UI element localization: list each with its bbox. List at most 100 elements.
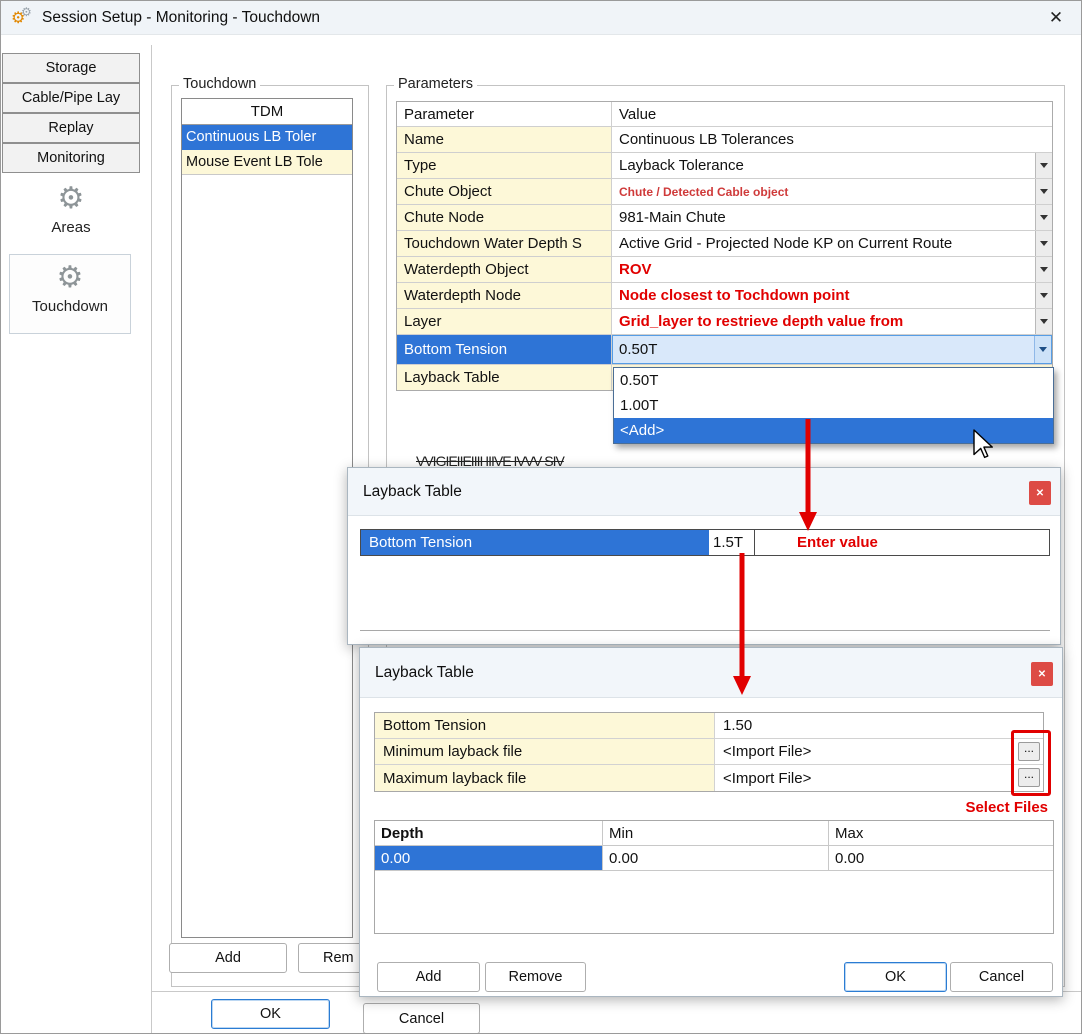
gear-gray-icon: ⚙ — [21, 6, 32, 18]
dropdown-arrow-button[interactable] — [1035, 231, 1052, 256]
dropdown-arrow-button[interactable] — [1035, 309, 1052, 334]
param-value-text: Node closest to Tochdown point — [619, 287, 850, 304]
param-value-cell[interactable]: 1.50 — [715, 713, 1043, 738]
sidebar-tab-replay[interactable]: Replay — [2, 113, 140, 143]
dropdown-option-add[interactable]: <Add> — [614, 418, 1053, 443]
list-item-continuous-lb[interactable]: Continuous LB Toler — [182, 125, 352, 150]
depth-col-header: Depth — [375, 821, 603, 845]
footer-cancel-button[interactable]: Cancel — [363, 1003, 480, 1034]
layback-dialog-edit: Layback Table ✕ Bottom Tension 1.5T Ente… — [347, 467, 1061, 645]
dialog-titlebar[interactable]: Layback Table ✕ — [348, 468, 1060, 516]
param-value-cell[interactable]: Chute / Detected Cable object — [612, 179, 1052, 204]
param-value-cell[interactable]: Active Grid - Projected Node KP on Curre… — [612, 231, 1052, 256]
select-files-highlight-box — [1011, 730, 1051, 796]
param-value-cell[interactable]: Continuous LB Tolerances — [612, 127, 1052, 152]
value-entry-area[interactable]: Enter value — [755, 530, 1049, 555]
cancel-button[interactable]: Cancel — [950, 962, 1053, 992]
dropdown-arrow-button[interactable] — [1035, 153, 1052, 178]
param-value-text: 0.50T — [619, 341, 657, 358]
param-value-cell[interactable]: 981-Main Chute — [612, 205, 1052, 230]
caret-down-icon — [1040, 293, 1048, 298]
param-value-cell[interactable]: Layback Tolerance — [612, 153, 1052, 178]
window-title: Session Setup - Monitoring - Touchdown — [42, 9, 320, 27]
sidebar-areas[interactable]: ⚙ Areas — [21, 184, 121, 236]
tdm-list-header: TDM — [182, 99, 352, 125]
window-titlebar: ⚙ ⚙ Session Setup - Monitoring - Touchdo… — [1, 1, 1081, 35]
footer-ok-button[interactable]: OK — [211, 999, 330, 1029]
list-item-mouse-event-lb[interactable]: Mouse Event LB Tole — [182, 150, 352, 175]
content-divider — [151, 45, 152, 1034]
enter-value-annotation: Enter value — [797, 534, 878, 551]
sidebar-tab-cable-pipe-lay[interactable]: Cable/Pipe Lay — [2, 83, 140, 113]
param-name-cell: Touchdown Water Depth S — [397, 231, 612, 256]
session-setup-window: ⚙ ⚙ Session Setup - Monitoring - Touchdo… — [0, 0, 1082, 1034]
param-name-cell: Minimum layback file — [375, 739, 715, 764]
param-value-cell[interactable]: Grid_layer to restrieve depth value from — [612, 309, 1052, 334]
dropdown-option-050[interactable]: 0.50T — [614, 368, 1053, 393]
depth-table: Depth Min Max 0.00 0.00 0.00 — [374, 820, 1054, 934]
sidebar-tab-monitoring[interactable]: Monitoring — [2, 143, 140, 173]
dropdown-arrow-button[interactable] — [1035, 205, 1052, 230]
sidebar-tab-storage[interactable]: Storage — [2, 53, 140, 83]
param-row-chute-node: Chute Node 981-Main Chute — [397, 205, 1052, 231]
window-close-button[interactable]: ✕ — [1041, 8, 1071, 28]
clipped-text: VVIGIEIIEIIII IIIVE IVVV SIV — [416, 453, 716, 466]
max-col-header: Max — [829, 821, 1053, 845]
dialog-title: Layback Table — [375, 664, 474, 682]
min-col-header: Min — [603, 821, 829, 845]
param-value-text: <Import File> — [723, 770, 811, 787]
dropdown-arrow-button[interactable] — [1035, 179, 1052, 204]
remove-button[interactable]: Remove — [485, 962, 586, 992]
tdm-list[interactable]: TDM Continuous LB Toler Mouse Event LB T… — [181, 98, 353, 938]
param-value-cell[interactable]: <Import File> ... — [715, 739, 1043, 764]
dialog-close-button[interactable]: ✕ — [1031, 662, 1053, 686]
dialog-close-button[interactable]: ✕ — [1029, 481, 1051, 505]
dropdown-arrow-button[interactable] — [1035, 283, 1052, 308]
dropdown-option-100[interactable]: 1.00T — [614, 393, 1053, 418]
dialog-titlebar[interactable]: Layback Table ✕ — [360, 648, 1062, 698]
min-cell[interactable]: 0.00 — [603, 846, 829, 870]
param-header-row: Parameter Value — [397, 102, 1052, 127]
parameters-group-label: Parameters — [394, 76, 477, 92]
touchdown-group-label: Touchdown — [179, 76, 260, 92]
depth-data-row[interactable]: 0.00 0.00 0.00 — [375, 846, 1053, 871]
depth-cell[interactable]: 0.00 — [375, 846, 603, 870]
param-value-text: Continuous LB Tolerances — [619, 131, 794, 148]
caret-down-icon — [1039, 347, 1047, 352]
param-row-chute-object: Chute Object Chute / Detected Cable obje… — [397, 179, 1052, 205]
caret-down-icon — [1040, 163, 1048, 168]
param-value-cell[interactable]: <Import File> ... — [715, 765, 1043, 791]
param-value-text: Grid_layer to restrieve depth value from — [619, 313, 903, 330]
dropdown-arrow-button[interactable] — [1035, 257, 1052, 282]
row-min-layback-file: Minimum layback file <Import File> ... — [375, 739, 1043, 765]
add-button[interactable]: Add — [377, 962, 480, 992]
bottom-tension-edit-row: Bottom Tension 1.5T Enter value — [360, 529, 1050, 556]
caret-down-icon — [1040, 267, 1048, 272]
param-value-text: Layback Tolerance — [619, 157, 744, 174]
param-value-text: 981-Main Chute — [619, 209, 726, 226]
param-value-text: Active Grid - Projected Node KP on Curre… — [619, 235, 952, 252]
ok-button[interactable]: OK — [844, 962, 947, 992]
param-name-cell: Maximum layback file — [375, 765, 715, 791]
param-name-cell: Bottom Tension — [375, 713, 715, 738]
sidebar-touchdown[interactable]: ⚙ Touchdown — [9, 254, 131, 334]
layback-dialog-full: Layback Table ✕ Bottom Tension 1.50 Mini… — [359, 647, 1063, 997]
tension-combo-open[interactable]: 0.50T — [612, 335, 1052, 364]
param-value-text: Chute / Detected Cable object — [619, 185, 788, 199]
param-value-cell[interactable]: Node closest to Tochdown point — [612, 283, 1052, 308]
caret-down-icon — [1040, 319, 1048, 324]
row-label-cell: Bottom Tension — [361, 530, 709, 555]
param-name-cell: Name — [397, 127, 612, 152]
param-name-cell: Chute Node — [397, 205, 612, 230]
param-row-name: Name Continuous LB Tolerances — [397, 127, 1052, 153]
sidebar-touchdown-label: Touchdown — [32, 298, 108, 315]
tension-dropdown-list[interactable]: 0.50T 1.00T <Add> — [613, 367, 1054, 444]
tension-value-input[interactable]: 1.5T — [709, 530, 755, 555]
param-name-cell: Waterdepth Node — [397, 283, 612, 308]
param-value-text: 1.50 — [723, 717, 752, 734]
dropdown-arrow-button[interactable] — [1034, 336, 1051, 363]
max-cell[interactable]: 0.00 — [829, 846, 1053, 870]
param-value-cell[interactable]: ROV — [612, 257, 1052, 282]
param-name-cell: Layer — [397, 309, 612, 334]
add-button[interactable]: Add — [169, 943, 287, 973]
